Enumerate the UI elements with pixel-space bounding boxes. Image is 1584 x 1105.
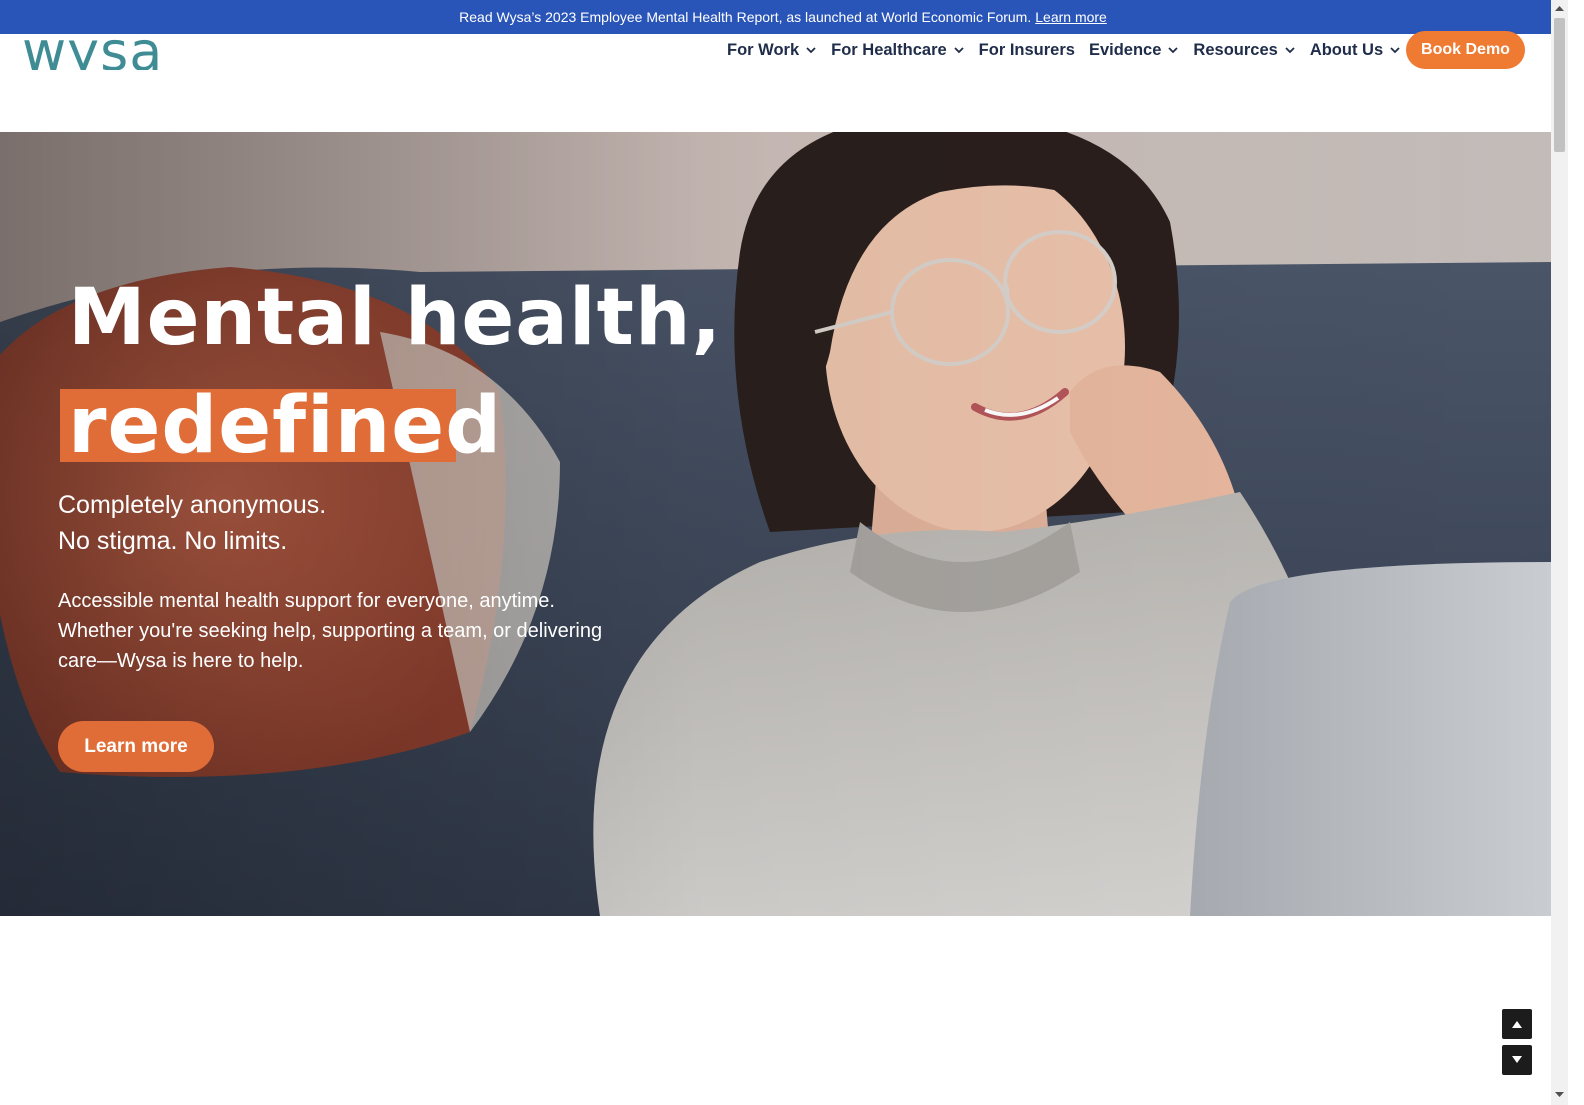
hero-heading-line1: Mental health,	[68, 273, 723, 363]
hero-tagline: Completely anonymous. No stigma. No limi…	[58, 487, 326, 559]
scrollbar-down-arrow-icon[interactable]	[1555, 1090, 1564, 1099]
nav-item-label: Resources	[1193, 40, 1278, 59]
hero-section: Mental health, redefined Completely anon…	[0, 132, 1551, 916]
nav-item-for-work[interactable]: For Work	[727, 41, 817, 60]
scroll-up-button[interactable]	[1502, 1009, 1532, 1039]
nav-item-for-healthcare[interactable]: For Healthcare	[831, 41, 965, 60]
chevron-down-icon	[1285, 47, 1295, 54]
chevron-down-icon	[806, 47, 816, 54]
scroll-down-button[interactable]	[1502, 1045, 1532, 1075]
nav-item-evidence[interactable]: Evidence	[1089, 41, 1179, 60]
book-demo-button[interactable]: Book Demo	[1406, 31, 1525, 69]
announcement-bar: Read Wysa’s 2023 Employee Mental Health …	[0, 0, 1566, 34]
scroll-up-icon	[1512, 1021, 1522, 1028]
hero-description: Accessible mental health support for eve…	[58, 590, 603, 672]
announcement-learn-more-link[interactable]: Learn more	[1035, 9, 1107, 25]
nav-item-for-insurers[interactable]: For Insurers	[979, 41, 1075, 60]
hero-heading-line2: redefined	[68, 381, 503, 471]
nav-item-label: For Healthcare	[831, 40, 947, 59]
hero-content: Mental health, redefined Completely anon…	[0, 132, 1551, 916]
page-scrollbar[interactable]	[1551, 0, 1568, 1105]
wysa-logo[interactable]: wysa	[22, 22, 163, 70]
scrollbar-up-arrow-icon[interactable]	[1555, 4, 1564, 13]
hero-tagline-line1: Completely anonymous.	[58, 491, 327, 519]
page: Read Wysa’s 2023 Employee Mental Health …	[0, 0, 1584, 1105]
scrollbar-thumb[interactable]	[1554, 18, 1565, 152]
chevron-down-icon	[954, 47, 964, 54]
nav-item-resources[interactable]: Resources	[1193, 41, 1295, 60]
chevron-down-icon	[1168, 47, 1179, 54]
site-header: wysa For Work For Healthcare For Insurer…	[0, 22, 1566, 132]
hero-tagline-line2: No stigma. No limits.	[58, 527, 288, 555]
nav-item-label: Evidence	[1088, 40, 1162, 59]
learn-more-button[interactable]: Learn more	[58, 721, 214, 772]
scroll-down-icon	[1512, 1056, 1522, 1063]
main-nav: For Work For Healthcare For Insurers Evi…	[727, 34, 1401, 66]
nav-item-label: For Insurers	[978, 40, 1075, 59]
announcement-text: Read Wysa’s 2023 Employee Mental Health …	[459, 9, 1032, 25]
nav-item-label: About Us	[1309, 40, 1384, 59]
chevron-down-icon	[1390, 47, 1400, 54]
nav-item-label: For Work	[727, 40, 800, 59]
nav-item-about-us[interactable]: About Us	[1310, 41, 1401, 60]
